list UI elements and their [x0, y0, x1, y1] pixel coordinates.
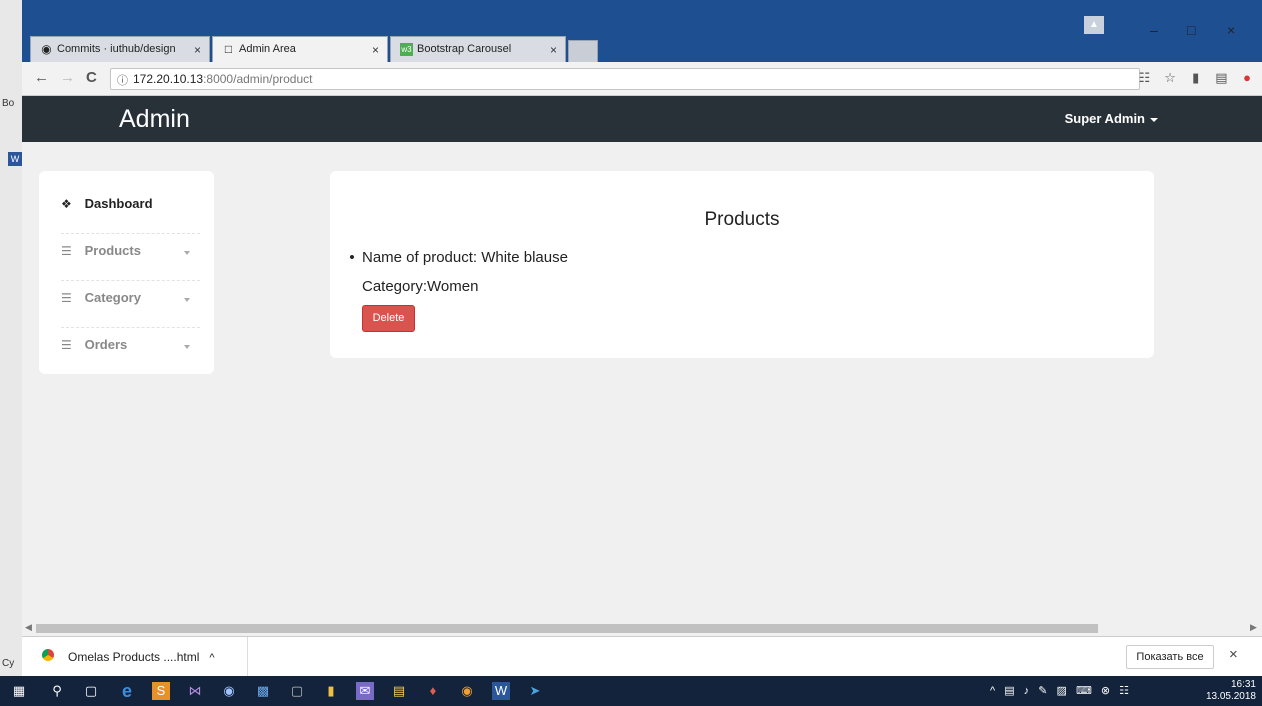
- eclipse-icon[interactable]: ◉: [220, 682, 238, 700]
- close-window-icon[interactable]: ×: [1227, 22, 1235, 38]
- tab-title: Commits · iuthub/design: [57, 43, 176, 55]
- close-icon[interactable]: ×: [1229, 646, 1238, 663]
- taskbar: ▦ ⚲ ▢ e S ⋈ ◉ ▩ ▢ ▮ ✉ ▤ ♦ ◉ W ➤ ^ ▤ ♪ ✎ …: [0, 676, 1262, 706]
- sidebar-item-label: Dashboard: [84, 196, 153, 211]
- tab-admin-area[interactable]: □ Admin Area ×: [212, 36, 388, 62]
- forward-icon[interactable]: →: [60, 69, 75, 86]
- list-icon: ☰: [61, 338, 72, 352]
- url-input[interactable]: ⓘ 172.20.10.13:8000/admin/product: [110, 68, 1140, 90]
- profile-icon[interactable]: ▲: [1084, 16, 1104, 34]
- word-icon: W: [8, 152, 22, 166]
- caret-down-icon: [184, 251, 190, 255]
- reload-icon[interactable]: C: [86, 69, 97, 86]
- scroll-left-icon[interactable]: ◀: [25, 622, 32, 633]
- caret-down-icon: [1150, 117, 1158, 122]
- desktop-text-fragment: Cy: [2, 658, 15, 669]
- sidebar: ❖ Dashboard ☰ Products ☰ Category ☰ Orde…: [39, 171, 214, 374]
- tab-bootstrap-carousel[interactable]: w3 Bootstrap Carousel ×: [390, 36, 566, 62]
- product-name: Name of product: White blause: [362, 249, 568, 266]
- home-icon: ❖: [61, 197, 72, 211]
- sublime-icon[interactable]: S: [152, 682, 170, 700]
- browser-window: ◉ Commits · iuthub/design × □ Admin Area…: [22, 14, 1262, 636]
- list-icon: ☰: [61, 244, 72, 258]
- search-icon[interactable]: ⚲: [48, 682, 66, 700]
- desktop-text-fragment: Bo: [2, 98, 15, 109]
- sidebar-item-dashboard[interactable]: ❖ Dashboard: [61, 187, 200, 234]
- chrome-icon[interactable]: ◉: [458, 682, 476, 700]
- download-filename: Omelas Products ....html: [68, 650, 200, 664]
- back-icon[interactable]: ←: [34, 69, 49, 86]
- close-icon[interactable]: ×: [194, 43, 201, 57]
- word-icon[interactable]: W: [492, 682, 510, 700]
- new-tab-button[interactable]: [568, 40, 598, 62]
- top-navbar: Admin Super Admin: [22, 96, 1262, 142]
- info-icon[interactable]: ⓘ: [117, 72, 128, 88]
- products-card: Products • Name of product: White blause …: [330, 171, 1154, 358]
- scrollbar-thumb[interactable]: [36, 624, 1098, 633]
- clock[interactable]: 16:31 13.05.2018: [1196, 679, 1256, 703]
- toolbar-icons: ☷ ☆ ▮ ▤ ●: [1132, 70, 1257, 86]
- extension-shield-icon[interactable]: ▮: [1187, 70, 1205, 86]
- sidebar-item-orders[interactable]: ☰ Orders: [61, 328, 200, 375]
- translate-icon[interactable]: ☷: [1136, 70, 1154, 86]
- bullet-icon: •: [349, 249, 355, 266]
- web-page: Admin Super Admin ❖ Dashboard ☰ Products…: [22, 96, 1262, 636]
- page-title: Products: [704, 209, 780, 230]
- folder-icon[interactable]: ▮: [322, 682, 340, 700]
- archive-icon[interactable]: ▤: [390, 682, 408, 700]
- url-host: 172.20.10.13: [133, 72, 204, 86]
- list-icon: ☰: [61, 291, 72, 305]
- sidebar-item-products[interactable]: ☰ Products: [61, 234, 200, 281]
- edge-browser-icon[interactable]: e: [118, 682, 136, 700]
- sidebar-item-label: Orders: [84, 337, 128, 352]
- delete-button[interactable]: Delete: [362, 305, 415, 332]
- sidebar-item-label: Products: [84, 243, 141, 258]
- app-icon[interactable]: ▩: [254, 682, 272, 700]
- extension-opera-icon[interactable]: ●: [1238, 70, 1256, 85]
- maximize-icon[interactable]: □: [1187, 22, 1195, 38]
- tab-strip: ◉ Commits · iuthub/design × □ Admin Area…: [22, 14, 1262, 62]
- show-all-button[interactable]: Показать все: [1126, 645, 1214, 669]
- task-view-icon[interactable]: ▢: [82, 682, 100, 700]
- clock-date: 13.05.2018: [1205, 691, 1256, 702]
- page-icon: □: [224, 42, 233, 56]
- tab-title: Admin Area: [239, 43, 296, 55]
- sidebar-item-label: Category: [84, 290, 141, 305]
- list-item: • Name of product: White blause: [342, 249, 568, 266]
- close-icon[interactable]: ×: [550, 43, 557, 57]
- brand-link[interactable]: Admin: [119, 105, 190, 134]
- product-category: Category:Women: [362, 278, 479, 295]
- address-bar: ← → C ⓘ 172.20.10.13:8000/admin/product …: [22, 62, 1262, 96]
- user-name: Super Admin: [1064, 111, 1145, 126]
- clock-time: 16:31: [1230, 679, 1256, 690]
- bookmark-star-icon[interactable]: ☆: [1161, 70, 1179, 86]
- user-menu-dropdown[interactable]: Super Admin: [1065, 111, 1158, 126]
- windows-start-icon[interactable]: ▦: [10, 682, 28, 700]
- extension-box-icon[interactable]: ▤: [1212, 70, 1230, 86]
- github-icon: ◉: [41, 42, 52, 56]
- chrome-file-icon: [42, 649, 54, 661]
- caret-down-icon: [184, 298, 190, 302]
- mail-icon[interactable]: ✉: [356, 682, 374, 700]
- scroll-right-icon[interactable]: ▶: [1250, 622, 1257, 633]
- download-bar: Omelas Products ....html ^ Показать все ×: [22, 636, 1262, 677]
- system-tray-icons[interactable]: ^ ▤ ♪ ✎ ▨ ⌨ ⊗ ☷: [990, 684, 1132, 697]
- close-icon[interactable]: ×: [372, 43, 379, 57]
- minimize-icon[interactable]: –: [1150, 22, 1158, 38]
- caret-down-icon: [184, 345, 190, 349]
- horizontal-scrollbar[interactable]: ◀ ▶: [22, 620, 1262, 636]
- git-icon[interactable]: ♦: [424, 682, 442, 700]
- tab-commits[interactable]: ◉ Commits · iuthub/design ×: [30, 36, 210, 62]
- visual-studio-icon[interactable]: ⋈: [186, 682, 204, 700]
- desktop-edge: Bo W Cy: [0, 0, 22, 676]
- download-item[interactable]: Omelas Products ....html ^: [22, 637, 248, 677]
- url-path: :8000/admin/product: [203, 72, 313, 86]
- w3-icon: w3: [400, 43, 413, 56]
- sidebar-item-category[interactable]: ☰ Category: [61, 281, 200, 328]
- terminal-icon[interactable]: ▢: [288, 682, 306, 700]
- tab-title: Bootstrap Carousel: [417, 43, 512, 55]
- chevron-up-icon[interactable]: ^: [209, 652, 214, 664]
- telegram-icon[interactable]: ➤: [526, 682, 544, 700]
